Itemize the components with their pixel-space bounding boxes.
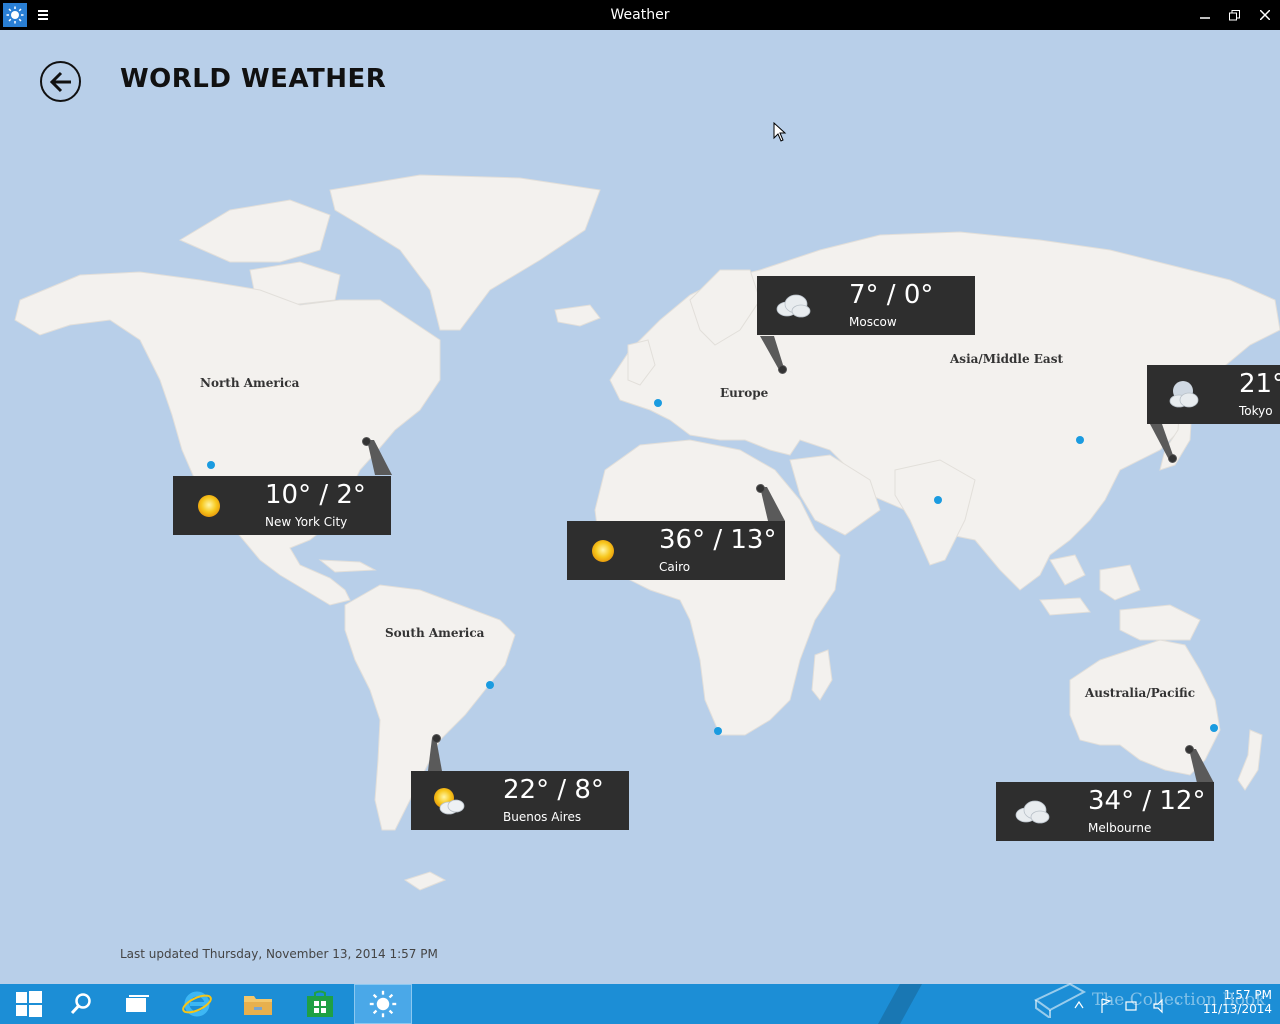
city-dot-tokyo[interactable] (1168, 454, 1177, 463)
sunny-icon (592, 540, 614, 562)
city-dot-melbourne[interactable] (1185, 745, 1194, 754)
location-dot[interactable] (486, 681, 494, 689)
watermark-text: The Collection Book (1092, 990, 1266, 1010)
back-arrow-icon (49, 71, 71, 92)
city-name: New York City (265, 515, 348, 529)
partly-cloudy-icon (434, 788, 465, 815)
folder-icon (244, 996, 272, 1015)
weather-card-moscow[interactable]: 7° / 0° Moscow (757, 276, 975, 335)
region-label-europe: Europe (720, 386, 769, 400)
cloudy-icon (1015, 800, 1050, 824)
city-dot-buenos-aires[interactable] (432, 734, 441, 743)
title-bar: Weather (0, 0, 1280, 30)
restore-button[interactable] (1219, 3, 1249, 27)
close-button[interactable] (1250, 3, 1280, 27)
city-dot-new-york[interactable] (362, 437, 371, 446)
mouse-cursor-icon (773, 122, 787, 142)
region-label-australia: Australia/Pacific (1085, 686, 1196, 700)
location-dot[interactable] (714, 727, 722, 735)
location-dot[interactable] (1210, 724, 1218, 732)
temperature: 7° / 0° (849, 280, 934, 310)
weather-card-tokyo[interactable]: 21° Tokyo (1147, 365, 1280, 424)
weather-card-melbourne[interactable]: 34° / 12° Melbourne (996, 782, 1214, 841)
location-dot[interactable] (207, 461, 215, 469)
internet-explorer-button[interactable] (168, 984, 226, 1024)
task-view-icon (126, 995, 149, 1012)
location-dot[interactable] (1076, 436, 1084, 444)
region-label-south-america: South America (385, 626, 485, 640)
world-map[interactable]: North America South America Europe Asia/… (0, 30, 1280, 984)
store-button[interactable] (291, 984, 349, 1024)
moon-cloudy-icon (1169, 381, 1199, 408)
cloudy-icon (776, 294, 811, 318)
book-watermark-icon (1034, 982, 1087, 1018)
region-label-north-america: North America (200, 376, 300, 390)
region-label-asia: Asia/Middle East (950, 352, 1063, 366)
page-title: WORLD WEATHER (120, 64, 387, 94)
city-dot-moscow[interactable] (778, 365, 787, 374)
window-title: Weather (610, 7, 670, 23)
city-name: Moscow (849, 315, 897, 329)
file-explorer-button[interactable] (229, 984, 287, 1024)
weather-card-cairo[interactable]: 36° / 13° Cairo (567, 521, 785, 580)
city-name: Tokyo (1239, 404, 1273, 418)
store-bag-icon (307, 990, 333, 1017)
sunny-icon (198, 495, 220, 517)
last-updated-text: Last updated Thursday, November 13, 2014… (120, 947, 438, 961)
search-button[interactable] (52, 984, 110, 1024)
temperature: 10° / 2° (265, 480, 366, 510)
weather-sun-icon (369, 990, 397, 1018)
city-name: Melbourne (1088, 821, 1152, 835)
location-dot[interactable] (934, 496, 942, 504)
minimize-button[interactable] (1190, 3, 1220, 27)
start-button[interactable] (0, 984, 58, 1024)
temperature: 21° (1239, 369, 1280, 399)
internet-explorer-icon (182, 991, 212, 1017)
weather-card-new-york[interactable]: 10° / 2° New York City (173, 476, 391, 535)
windows-logo-icon (16, 991, 42, 1017)
location-dot[interactable] (654, 399, 662, 407)
temperature: 36° / 13° (659, 525, 777, 555)
temperature: 34° / 12° (1088, 786, 1206, 816)
search-icon (70, 993, 91, 1015)
task-view-button[interactable] (108, 984, 166, 1024)
back-button[interactable] (40, 61, 81, 102)
city-dot-cairo[interactable] (756, 484, 765, 493)
city-name: Buenos Aires (503, 810, 582, 824)
city-name: Cairo (659, 560, 691, 574)
weather-taskbar-button[interactable] (354, 984, 412, 1024)
temperature: 22° / 8° (503, 775, 604, 805)
weather-card-buenos-aires[interactable]: 22° / 8° Buenos Aires (411, 771, 629, 830)
